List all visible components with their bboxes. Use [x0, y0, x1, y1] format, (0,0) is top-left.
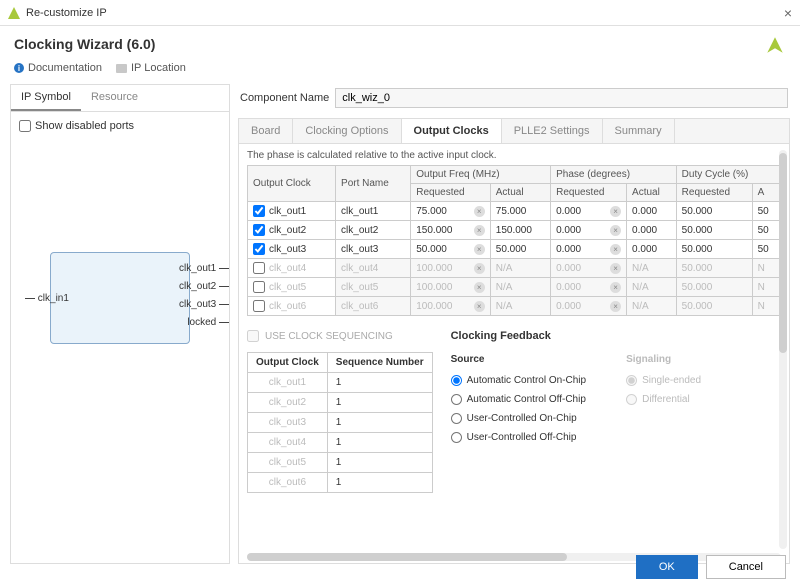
ip-symbol-block: clk_in1 clk_out1 clk_out2 clk_out3 locke…: [50, 252, 190, 344]
tab-resource[interactable]: Resource: [81, 85, 148, 111]
source-option[interactable]: Automatic Control On-Chip: [451, 375, 587, 386]
header-links: iDocumentation IP Location: [0, 58, 800, 84]
table-row: clk_out11: [248, 373, 433, 393]
main-tabs: Board Clocking Options Output Clocks PLL…: [238, 118, 790, 144]
table-row: clk_out1clk_out175.000×75.0000.000×0.000…: [248, 202, 781, 221]
table-row: clk_out5clk_out5100.000×N/A0.000×N/A50.0…: [248, 278, 781, 297]
phase-note: The phase is calculated relative to the …: [247, 150, 781, 161]
component-name-label: Component Name: [240, 92, 329, 104]
window-title: Re-customize IP: [26, 7, 784, 19]
table-row: clk_out21: [248, 393, 433, 413]
table-row: clk_out31: [248, 413, 433, 433]
source-option[interactable]: User-Controlled Off-Chip: [451, 432, 587, 443]
clear-icon[interactable]: ×: [610, 225, 621, 236]
tab-clocking-options[interactable]: Clocking Options: [293, 119, 401, 143]
source-option[interactable]: User-Controlled On-Chip: [451, 413, 587, 424]
table-row: clk_out51: [248, 453, 433, 473]
cancel-button[interactable]: Cancel: [706, 555, 786, 579]
table-row: clk_out6clk_out6100.000×N/A0.000×N/A50.0…: [248, 297, 781, 316]
clear-icon[interactable]: ×: [474, 301, 485, 312]
close-icon[interactable]: ×: [784, 5, 792, 21]
clock-enable-checkbox[interactable]: clk_out5: [253, 281, 330, 293]
output-clocks-table: Output Clock Port Name Output Freq (MHz)…: [247, 165, 781, 316]
clocking-feedback-block: Clocking Feedback Source Automatic Contr…: [451, 330, 781, 493]
vertical-scrollbar[interactable]: [779, 150, 787, 549]
tab-plle2-settings[interactable]: PLLE2 Settings: [502, 119, 603, 143]
clock-enable-checkbox[interactable]: clk_out1: [253, 205, 330, 217]
tab-ip-symbol[interactable]: IP Symbol: [11, 85, 81, 111]
header: Clocking Wizard (6.0): [0, 26, 800, 58]
clear-icon[interactable]: ×: [474, 282, 485, 293]
clock-sequencing-block: USE CLOCK SEQUENCING Output ClockSequenc…: [247, 330, 433, 493]
port-clk-out3: clk_out3: [179, 299, 229, 310]
tab-content: The phase is calculated relative to the …: [238, 144, 790, 564]
table-row: clk_out41: [248, 433, 433, 453]
ok-button[interactable]: OK: [636, 555, 698, 579]
clear-icon[interactable]: ×: [610, 301, 621, 312]
show-disabled-ports-checkbox[interactable]: Show disabled ports: [19, 120, 221, 132]
port-clk-out1: clk_out1: [179, 263, 229, 274]
vendor-logo-icon: [764, 34, 786, 56]
table-row: clk_out4clk_out4100.000×N/A0.000×N/A50.0…: [248, 259, 781, 278]
source-option[interactable]: Automatic Control Off-Chip: [451, 394, 587, 405]
tab-output-clocks[interactable]: Output Clocks: [402, 119, 502, 143]
page-title: Clocking Wizard (6.0): [14, 36, 786, 52]
tab-board[interactable]: Board: [239, 119, 293, 143]
clear-icon[interactable]: ×: [610, 244, 621, 255]
clock-enable-checkbox[interactable]: clk_out6: [253, 300, 330, 312]
signaling-option: Differential: [626, 394, 701, 405]
folder-icon: [116, 64, 127, 73]
component-name-input[interactable]: [335, 88, 788, 108]
clock-enable-checkbox[interactable]: clk_out4: [253, 262, 330, 274]
documentation-link[interactable]: iDocumentation: [14, 62, 102, 74]
app-icon: [8, 7, 20, 19]
clock-enable-checkbox[interactable]: clk_out3: [253, 243, 330, 255]
left-panel: IP Symbol Resource Show disabled ports c…: [10, 84, 230, 564]
clear-icon[interactable]: ×: [610, 206, 621, 217]
feedback-signaling: Signaling Single-ended Differential: [626, 354, 701, 451]
clear-icon[interactable]: ×: [474, 206, 485, 217]
port-locked: locked: [187, 317, 229, 328]
use-clock-sequencing-checkbox[interactable]: USE CLOCK SEQUENCING: [247, 330, 433, 342]
clear-icon[interactable]: ×: [610, 263, 621, 274]
signaling-option: Single-ended: [626, 375, 701, 386]
sequence-table: Output ClockSequence Number clk_out11clk…: [247, 352, 433, 493]
title-bar: Re-customize IP ×: [0, 0, 800, 26]
ip-location-link[interactable]: IP Location: [116, 62, 186, 74]
clear-icon[interactable]: ×: [474, 225, 485, 236]
right-panel: Component Name Board Clocking Options Ou…: [238, 84, 790, 564]
clear-icon[interactable]: ×: [610, 282, 621, 293]
table-row: clk_out3clk_out350.000×50.0000.000×0.000…: [248, 240, 781, 259]
tab-summary[interactable]: Summary: [603, 119, 675, 143]
clock-enable-checkbox[interactable]: clk_out2: [253, 224, 330, 236]
left-tabs: IP Symbol Resource: [11, 85, 229, 112]
info-icon: i: [14, 63, 24, 73]
feedback-source: Source Automatic Control On-Chip Automat…: [451, 354, 587, 451]
dialog-buttons: OK Cancel: [636, 555, 786, 579]
clear-icon[interactable]: ×: [474, 244, 485, 255]
table-row: clk_out2clk_out2150.000×150.0000.000×0.0…: [248, 221, 781, 240]
table-row: clk_out61: [248, 473, 433, 493]
port-clk-in1: clk_in1: [25, 293, 69, 304]
clear-icon[interactable]: ×: [474, 263, 485, 274]
port-clk-out2: clk_out2: [179, 281, 229, 292]
